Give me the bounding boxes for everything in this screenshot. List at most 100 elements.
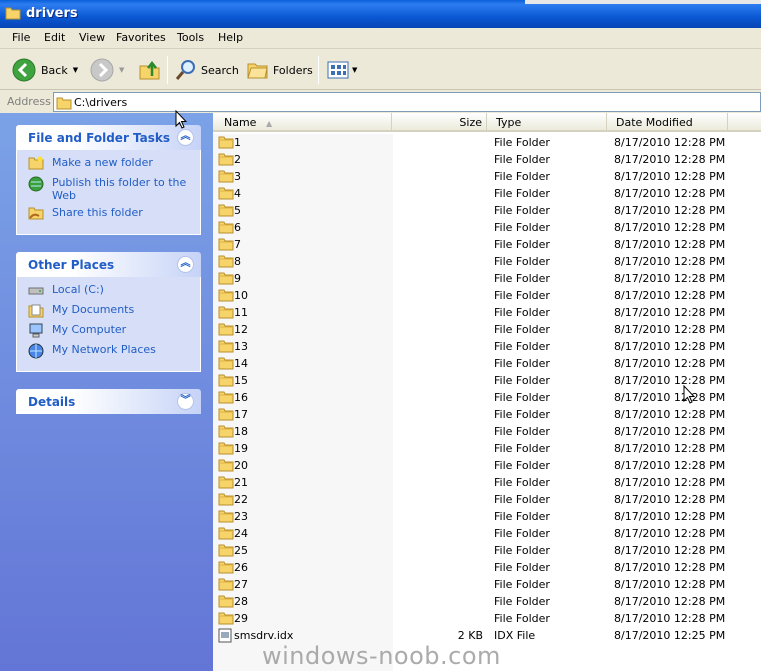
file-row[interactable]: 14 File Folder 8/17/2010 12:28 PM	[213, 355, 761, 372]
back-button[interactable]: Back ▼	[12, 56, 78, 84]
file-row[interactable]: 18 File Folder 8/17/2010 12:28 PM	[213, 423, 761, 440]
column-type[interactable]: Type	[487, 113, 607, 132]
menu-file[interactable]: File	[12, 31, 30, 44]
collapse-icon[interactable]: ︽	[177, 256, 194, 273]
file-row[interactable]: 8 File Folder 8/17/2010 12:28 PM	[213, 253, 761, 270]
folder-icon	[218, 289, 234, 302]
folder-icon	[218, 493, 234, 506]
column-size[interactable]: Size	[392, 113, 487, 132]
file-type: File Folder	[494, 136, 550, 149]
file-row[interactable]: 21 File Folder 8/17/2010 12:28 PM	[213, 474, 761, 491]
file-row[interactable]: 6 File Folder 8/17/2010 12:28 PM	[213, 219, 761, 236]
file-row[interactable]: 16 File Folder 8/17/2010 12:28 PM	[213, 389, 761, 406]
file-name: 15	[234, 374, 248, 387]
title-bar-overlap	[525, 0, 761, 4]
file-name: 6	[234, 221, 241, 234]
file-row[interactable]: 13 File Folder 8/17/2010 12:28 PM	[213, 338, 761, 355]
file-row[interactable]: 19 File Folder 8/17/2010 12:28 PM	[213, 440, 761, 457]
views-button[interactable]: ▼	[326, 56, 357, 84]
menu-bar: File Edit View Favorites Tools Help	[0, 28, 761, 49]
file-type: File Folder	[494, 391, 550, 404]
my-computer-link[interactable]: My Computer	[17, 323, 200, 343]
search-button[interactable]: Search	[174, 56, 239, 84]
file-row[interactable]: 12 File Folder 8/17/2010 12:28 PM	[213, 321, 761, 338]
address-field[interactable]: C:\drivers	[53, 92, 761, 112]
panel-header[interactable]: Other Places ︽	[16, 252, 201, 277]
local-drive-link[interactable]: Local (C:)	[17, 283, 200, 303]
back-dropdown-icon[interactable]: ▼	[73, 66, 78, 74]
file-row[interactable]: 26 File Folder 8/17/2010 12:28 PM	[213, 559, 761, 576]
file-row[interactable]: 5 File Folder 8/17/2010 12:28 PM	[213, 202, 761, 219]
file-row[interactable]: 1 File Folder 8/17/2010 12:28 PM	[213, 134, 761, 151]
other-places-panel: Other Places ︽ Local (C:) My Documents M…	[16, 252, 201, 372]
column-date-modified[interactable]: Date Modified	[607, 113, 728, 132]
file-type: File Folder	[494, 374, 550, 387]
views-dropdown-icon[interactable]: ▼	[352, 66, 357, 74]
file-type: File Folder	[494, 187, 550, 200]
file-row[interactable]: 4 File Folder 8/17/2010 12:28 PM	[213, 185, 761, 202]
file-row[interactable]: 22 File Folder 8/17/2010 12:28 PM	[213, 491, 761, 508]
collapse-icon[interactable]: ︽	[177, 129, 194, 146]
file-row[interactable]: 7 File Folder 8/17/2010 12:28 PM	[213, 236, 761, 253]
file-type: File Folder	[494, 459, 550, 472]
address-value: C:\drivers	[74, 96, 128, 109]
sort-ascending-icon: ▲	[265, 119, 273, 128]
panel-header[interactable]: File and Folder Tasks ︽	[16, 125, 201, 150]
file-row[interactable]: 11 File Folder 8/17/2010 12:28 PM	[213, 304, 761, 321]
details-panel: Details ︾	[16, 389, 201, 414]
file-row[interactable]: 2 File Folder 8/17/2010 12:28 PM	[213, 151, 761, 168]
menu-edit[interactable]: Edit	[44, 31, 65, 44]
panel-header[interactable]: Details ︾	[16, 389, 201, 414]
expand-icon[interactable]: ︾	[177, 393, 194, 410]
file-row[interactable]: 29 File Folder 8/17/2010 12:28 PM	[213, 610, 761, 627]
task-pane: File and Folder Tasks ︽ Make a new folde…	[0, 113, 213, 671]
file-size: 2 KB	[457, 629, 483, 642]
title-bar[interactable]: drivers	[0, 0, 761, 28]
menu-view[interactable]: View	[79, 31, 105, 44]
forward-button[interactable]: ▼	[90, 56, 124, 84]
file-name: 25	[234, 544, 248, 557]
file-row[interactable]: 23 File Folder 8/17/2010 12:28 PM	[213, 508, 761, 525]
file-row[interactable]: 17 File Folder 8/17/2010 12:28 PM	[213, 406, 761, 423]
file-name: 29	[234, 612, 248, 625]
search-label: Search	[201, 63, 239, 77]
folder-icon	[218, 153, 234, 166]
menu-tools[interactable]: Tools	[177, 31, 204, 44]
computer-icon	[29, 323, 43, 338]
search-icon	[175, 60, 195, 80]
file-row[interactable]: 9 File Folder 8/17/2010 12:28 PM	[213, 270, 761, 287]
menu-help[interactable]: Help	[218, 31, 243, 44]
file-type: File Folder	[494, 357, 550, 370]
file-type: File Folder	[494, 238, 550, 251]
file-row[interactable]: 24 File Folder 8/17/2010 12:28 PM	[213, 525, 761, 542]
file-row[interactable]: 3 File Folder 8/17/2010 12:28 PM	[213, 168, 761, 185]
share-folder-link[interactable]: Share this folder	[17, 206, 200, 226]
file-row[interactable]: 15 File Folder 8/17/2010 12:28 PM	[213, 372, 761, 389]
toolbar-separator	[318, 56, 319, 84]
file-row[interactable]: 10 File Folder 8/17/2010 12:28 PM	[213, 287, 761, 304]
forward-dropdown-icon[interactable]: ▼	[119, 66, 124, 74]
up-folder-button[interactable]	[138, 56, 162, 84]
folders-button[interactable]: Folders	[246, 56, 313, 84]
make-new-folder-link[interactable]: Make a new folder	[17, 156, 200, 176]
my-documents-link[interactable]: My Documents	[17, 303, 200, 323]
file-name: 1	[234, 136, 241, 149]
menu-favorites[interactable]: Favorites	[116, 31, 166, 44]
column-name[interactable]: Name ▲	[213, 113, 392, 132]
panel-title: File and Folder Tasks	[28, 131, 171, 145]
file-row[interactable]: 25 File Folder 8/17/2010 12:28 PM	[213, 542, 761, 559]
file-type: File Folder	[494, 493, 550, 506]
file-date: 8/17/2010 12:28 PM	[614, 272, 726, 285]
file-date: 8/17/2010 12:28 PM	[614, 357, 726, 370]
file-date: 8/17/2010 12:28 PM	[614, 306, 726, 319]
file-row[interactable]: 20 File Folder 8/17/2010 12:28 PM	[213, 457, 761, 474]
folder-icon	[218, 425, 234, 438]
my-network-places-link[interactable]: My Network Places	[17, 343, 200, 363]
file-date: 8/17/2010 12:28 PM	[614, 476, 726, 489]
publish-to-web-link[interactable]: Publish this folder to the Web	[17, 176, 200, 202]
mouse-cursor-icon	[683, 385, 695, 404]
file-date: 8/17/2010 12:28 PM	[614, 425, 726, 438]
file-row[interactable]: 27 File Folder 8/17/2010 12:28 PM	[213, 576, 761, 593]
file-row[interactable]: 28 File Folder 8/17/2010 12:28 PM	[213, 593, 761, 610]
file-type: File Folder	[494, 561, 550, 574]
